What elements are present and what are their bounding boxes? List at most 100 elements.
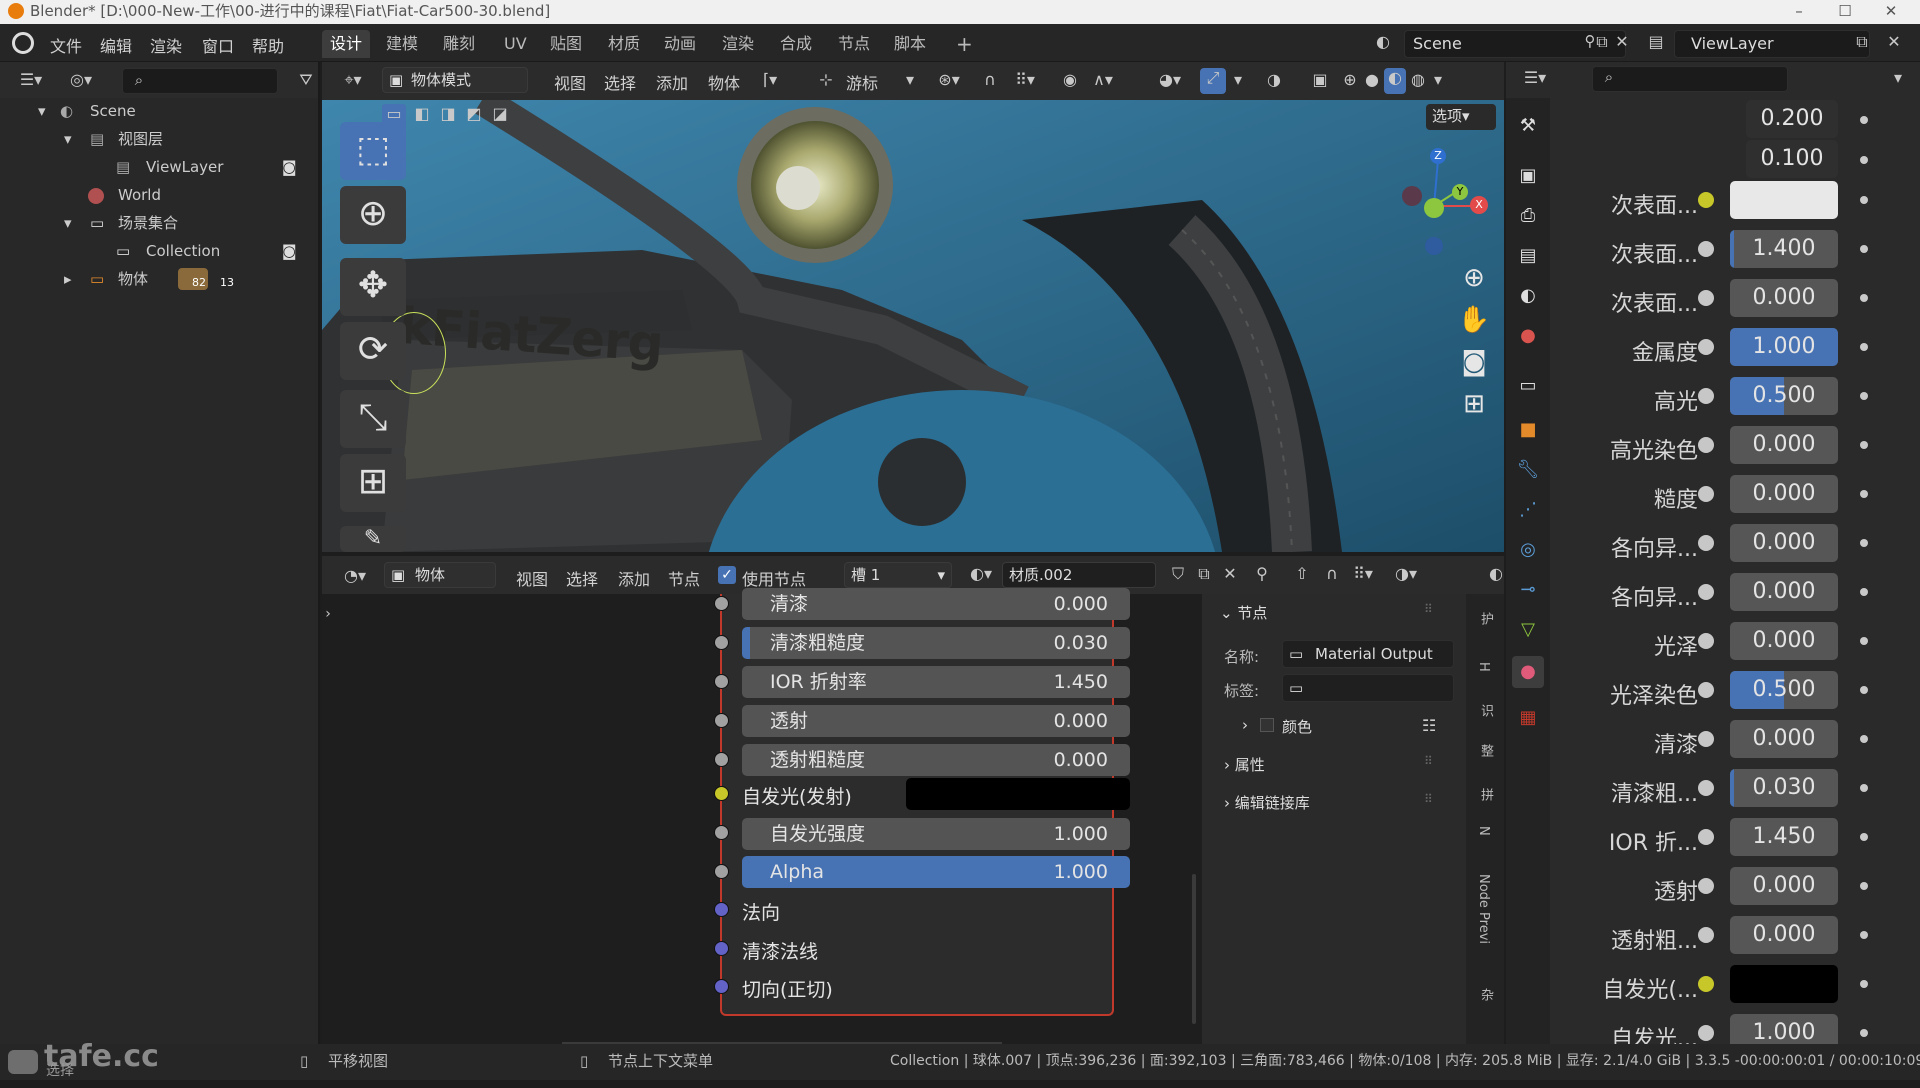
keyframe-dot[interactable]	[1860, 1029, 1868, 1037]
data-tab-icon[interactable]: ▽	[1516, 618, 1540, 642]
alpha-field[interactable]: Alpha 1.000	[742, 856, 1130, 888]
keyframe-dot[interactable]	[1860, 392, 1868, 400]
display-mode-icon[interactable]: ◎▾	[64, 70, 98, 89]
property-value-field[interactable]: 0.000	[1730, 622, 1838, 660]
node-name-field[interactable]: ▭ Material Output	[1282, 640, 1454, 668]
menu-help[interactable]: 帮助	[252, 33, 284, 57]
duplicate-material-icon[interactable]: ⧉	[1194, 564, 1214, 584]
overlay-icon[interactable]: ◑	[1262, 70, 1286, 89]
keyframe-dot[interactable]	[1860, 116, 1868, 124]
menu-edit[interactable]: 编辑	[100, 33, 132, 57]
pivot-icon[interactable]: ⊹	[816, 70, 836, 89]
editor-type-icon[interactable]: ⌖▾	[336, 70, 370, 90]
outliner-search-input[interactable]: ⌕	[122, 68, 278, 94]
node-sidebar-tab[interactable]: 拼	[1476, 788, 1495, 801]
snap-icon[interactable]: ∩	[1322, 564, 1342, 583]
link-socket-icon[interactable]	[1698, 437, 1714, 453]
output-tab-icon[interactable]: ⎙	[1516, 204, 1540, 228]
gizmo-toggle-icon[interactable]: ⤢	[1200, 68, 1226, 94]
menu-window[interactable]: 窗口	[202, 33, 234, 57]
link-socket-icon[interactable]	[1698, 780, 1714, 796]
top-value-1[interactable]: 0.100	[1746, 140, 1838, 178]
property-value-field[interactable]: 0.000	[1730, 720, 1838, 758]
keyframe-dot[interactable]	[1860, 735, 1868, 743]
material-name-field[interactable]: 材质.002	[1002, 562, 1156, 588]
material-shading-icon[interactable]: ◐	[1384, 68, 1406, 94]
perspective-grid-icon[interactable]: ⊞	[1454, 384, 1494, 424]
color-subpanel[interactable]: › 颜色	[1242, 716, 1312, 736]
backdrop-icon[interactable]: ◐	[1486, 564, 1506, 583]
keyframe-dot[interactable]	[1860, 245, 1868, 253]
outliner-item-world[interactable]: World	[0, 182, 318, 208]
keyframe-dot[interactable]	[1860, 294, 1868, 302]
input-socket[interactable]	[714, 713, 729, 728]
property-value-field[interactable]	[1730, 181, 1838, 219]
camera-icon[interactable]: ◙	[282, 238, 297, 264]
scale-tool[interactable]: ⤡	[340, 390, 406, 448]
outliner-item-objects[interactable]: ▸ ▭ 物体 82 13	[0, 266, 318, 292]
emission-strength-field[interactable]: 自发光强度 1.000	[742, 818, 1130, 850]
link-socket-icon[interactable]	[1698, 829, 1714, 845]
node-menu-select[interactable]: 选择	[566, 566, 598, 590]
node-menu-add[interactable]: 添加	[618, 566, 650, 590]
keyframe-dot[interactable]	[1860, 588, 1868, 596]
mode-selector[interactable]: ▣ 物体模式	[382, 67, 528, 93]
object-tab-icon[interactable]: ■	[1516, 418, 1540, 442]
property-value-field[interactable]: 1.400	[1730, 230, 1838, 268]
xray-icon[interactable]: ▣	[1310, 70, 1330, 89]
color-checkbox[interactable]	[1260, 718, 1274, 732]
outliner-item-scene-collection[interactable]: ▾ ▭ 场景集合	[0, 210, 318, 236]
property-value-field[interactable]: 0.000	[1730, 916, 1838, 954]
node-input-field[interactable]: IOR 折射率 1.450	[742, 666, 1130, 698]
select-subtract-icon[interactable]: ◨	[436, 104, 460, 123]
node-scrollbar[interactable]	[1192, 874, 1196, 1024]
clearcoat-normal-socket[interactable]	[714, 941, 729, 956]
slot-selector[interactable]: 槽 1 ▾	[844, 562, 952, 588]
keyframe-dot[interactable]	[1860, 784, 1868, 792]
view-layer-selector[interactable]: ViewLayer	[1674, 30, 1870, 58]
material-tab-icon[interactable]: ●	[1512, 656, 1544, 688]
pan-hand-icon[interactable]: ✋	[1454, 300, 1494, 340]
alpha-socket[interactable]	[714, 864, 729, 879]
minimize-button[interactable]: –	[1776, 0, 1822, 24]
pin-icon[interactable]: ⚲	[1252, 564, 1272, 583]
wireframe-shading-icon[interactable]: ⊕	[1340, 70, 1360, 89]
property-value-field[interactable]: 0.000	[1730, 573, 1838, 611]
chevron-down-icon[interactable]: ▾	[902, 70, 918, 89]
fake-user-icon[interactable]: ⛉	[1168, 564, 1188, 584]
node-menu-node[interactable]: 节点	[668, 566, 700, 590]
emission-strength-socket[interactable]	[714, 825, 729, 840]
keyframe-dot[interactable]	[1860, 686, 1868, 694]
navigation-gizmo[interactable]: Z Y X	[1394, 146, 1494, 266]
input-socket[interactable]	[714, 596, 729, 611]
solid-shading-icon[interactable]: ●	[1362, 70, 1382, 89]
toolbar-expand-icon[interactable]: ›	[322, 606, 334, 622]
input-socket[interactable]	[714, 752, 729, 767]
input-socket[interactable]	[714, 635, 729, 650]
constraints-tab-icon[interactable]: ⊸	[1516, 578, 1540, 602]
select-box-tool[interactable]: ⬚	[340, 122, 406, 180]
link-socket-icon[interactable]	[1698, 682, 1714, 698]
emission-color-swatch[interactable]	[906, 778, 1130, 810]
keyframe-dot[interactable]	[1860, 156, 1868, 164]
workspace-tab[interactable]: 材质	[600, 30, 648, 58]
property-value-field[interactable]: 0.000	[1730, 426, 1838, 464]
node-input-field[interactable]: 透射粗糙度 0.000	[742, 744, 1130, 776]
camera-view-icon[interactable]: ◙	[1454, 342, 1494, 382]
link-socket-icon[interactable]	[1698, 731, 1714, 747]
drag-handle-icon[interactable]: ⠿	[1424, 792, 1433, 806]
scene-icon[interactable]: ◐	[1370, 32, 1396, 51]
zoom-icon[interactable]: ⊕	[1454, 258, 1494, 298]
particles-tab-icon[interactable]: ⋰	[1516, 498, 1540, 522]
viewport-menu-view[interactable]: 视图	[554, 70, 586, 94]
node-input-field[interactable]: 透射 0.000	[742, 705, 1130, 737]
workspace-tab[interactable]: 合成	[772, 30, 820, 58]
cursor-tool[interactable]: ⊕	[340, 186, 406, 244]
property-value-field[interactable]: 1.000	[1730, 328, 1838, 366]
property-value-field[interactable]: 1.000	[1730, 1014, 1838, 1044]
outliner-item-scene[interactable]: ▾ ◐ Scene	[0, 98, 318, 124]
shader-type-selector[interactable]: ▣ 物体	[384, 562, 496, 588]
link-socket-icon[interactable]	[1698, 339, 1714, 355]
keyframe-dot[interactable]	[1860, 833, 1868, 841]
keyframe-dot[interactable]	[1860, 539, 1868, 547]
